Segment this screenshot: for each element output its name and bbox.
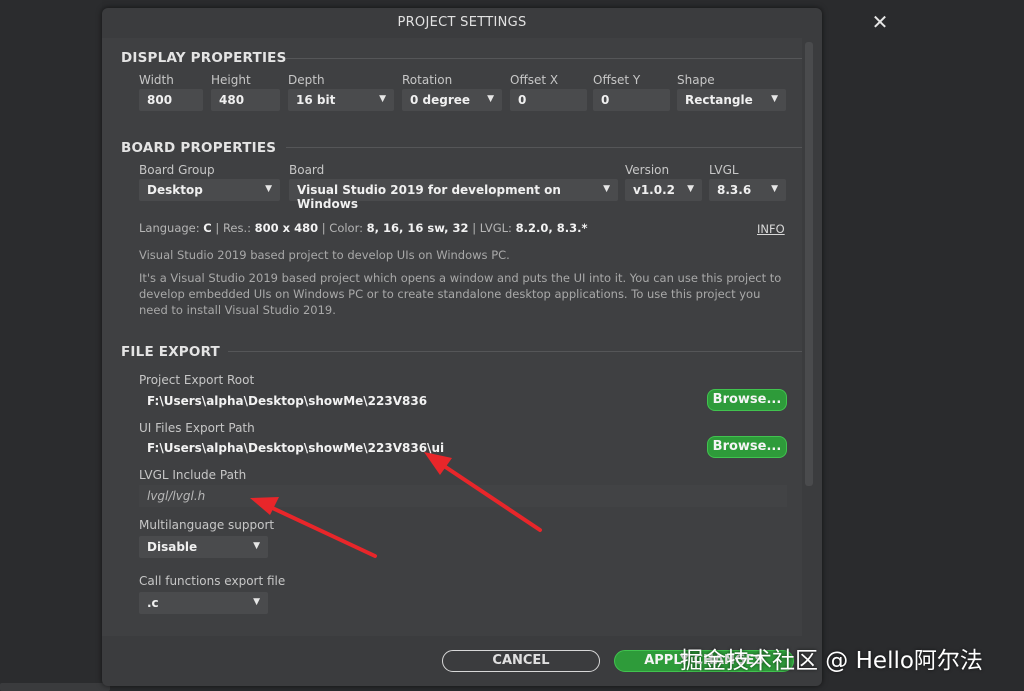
section-title-board: BOARD PROPERTIES [121,140,277,156]
callfn-select[interactable]: .c ▼ [139,592,268,614]
dropdown-arrow-icon: ▼ [379,94,386,104]
depth-value: 16 bit [296,93,336,107]
version-select[interactable]: v1.0.2 ▼ [625,179,702,201]
multilang-label: Multilanguage support [139,518,275,532]
watermark-text: 掘金技术社区 @ Hello阿尔法 [680,648,983,674]
multilang-value: Disable [147,540,198,554]
board-label: Board [289,163,325,177]
lvgl-version-select[interactable]: 8.3.6 ▼ [709,179,786,201]
dropdown-arrow-icon: ▼ [687,184,694,194]
lvgl-include-label: LVGL Include Path [139,468,247,482]
section-title-export: FILE EXPORT [121,344,220,360]
section-divider [228,351,802,352]
browse-root-button[interactable]: Browse... [707,389,787,411]
scrollbar-thumb[interactable] [805,42,813,486]
height-label: Height [211,73,251,87]
settings-content: DISPLAY PROPERTIES Width 800 Height 480 … [102,38,802,636]
dropdown-arrow-icon: ▼ [771,94,778,104]
shape-value: Rectangle [685,93,753,107]
color-value: 8, 16, 16 sw, 32 [366,221,469,235]
info-separator: | [472,221,480,235]
info-link[interactable]: INFO [757,222,785,236]
info-separator: | [215,221,223,235]
callfn-value: .c [147,596,159,610]
language-value: C [203,221,212,235]
board-group-select[interactable]: Desktop ▼ [139,179,280,201]
depth-label: Depth [288,73,325,87]
close-icon[interactable]: ✕ [866,12,894,32]
background-scrollbar [0,683,110,691]
shape-label: Shape [677,73,715,87]
board-group-label: Board Group [139,163,215,177]
lvgl-version-value: 8.3.6 [717,183,752,197]
res-value: 800 x 480 [254,221,319,235]
section-title-display: DISPLAY PROPERTIES [121,50,287,66]
version-label: Version [625,163,670,177]
section-divider [286,58,802,59]
board-description-long: It's a Visual Studio 2019 based project … [139,271,782,317]
project-settings-dialog: PROJECT SETTINGS ✕ DISPLAY PROPERTIES Wi… [102,8,888,686]
browse-ui-button[interactable]: Browse... [707,436,787,458]
version-value: v1.0.2 [633,183,675,197]
board-group-value: Desktop [147,183,203,197]
project-root-label: Project Export Root [139,373,255,387]
dropdown-arrow-icon: ▼ [265,184,272,194]
dropdown-arrow-icon: ▼ [253,597,260,607]
res-label: Res.: [222,221,252,235]
multilang-select[interactable]: Disable ▼ [139,536,268,558]
offset-y-input[interactable]: 0 [593,89,670,111]
dropdown-arrow-icon: ▼ [771,184,778,194]
dialog-title: PROJECT SETTINGS [397,15,527,30]
cancel-button[interactable]: CANCEL [442,650,600,672]
dropdown-arrow-icon: ▼ [253,541,260,551]
callfn-label: Call functions export file [139,574,286,588]
ui-path-input[interactable]: F:\Users\alpha\Desktop\showMe\223V836\ui [139,437,787,459]
width-label: Width [139,73,174,87]
dropdown-arrow-icon: ▼ [487,94,494,104]
rotation-label: Rotation [402,73,453,87]
offset-y-label: Offset Y [593,73,641,87]
depth-select[interactable]: 16 bit ▼ [288,89,394,111]
board-select[interactable]: Visual Studio 2019 for development on Wi… [289,179,618,211]
dropdown-arrow-icon: ▼ [603,184,610,194]
height-input[interactable]: 480 [211,89,280,111]
width-input[interactable]: 800 [139,89,203,111]
lvgl-version-label: LVGL [709,163,739,177]
board-description-short: Visual Studio 2019 based project to deve… [139,248,510,262]
project-root-input[interactable]: F:\Users\alpha\Desktop\showMe\223V836 [139,390,787,412]
lvgl-compat-value: 8.2.0, 8.3.* [515,221,588,235]
section-divider [286,147,802,148]
offset-x-input[interactable]: 0 [510,89,587,111]
rotation-select[interactable]: 0 degree ▼ [402,89,502,111]
background-panel [0,0,102,691]
lvgl-include-input[interactable]: lvgl/lvgl.h [139,485,787,507]
board-info-line: Language: C | Res.: 800 x 480 | Color: 8… [139,221,587,235]
language-label: Language: [139,221,200,235]
lvgl-compat-label: LVGL: [479,221,512,235]
board-value: Visual Studio 2019 for development on Wi… [297,183,561,211]
offset-x-label: Offset X [510,73,559,87]
shape-select[interactable]: Rectangle ▼ [677,89,786,111]
rotation-value: 0 degree [410,93,471,107]
color-label: Color: [329,221,363,235]
ui-path-label: UI Files Export Path [139,421,255,435]
